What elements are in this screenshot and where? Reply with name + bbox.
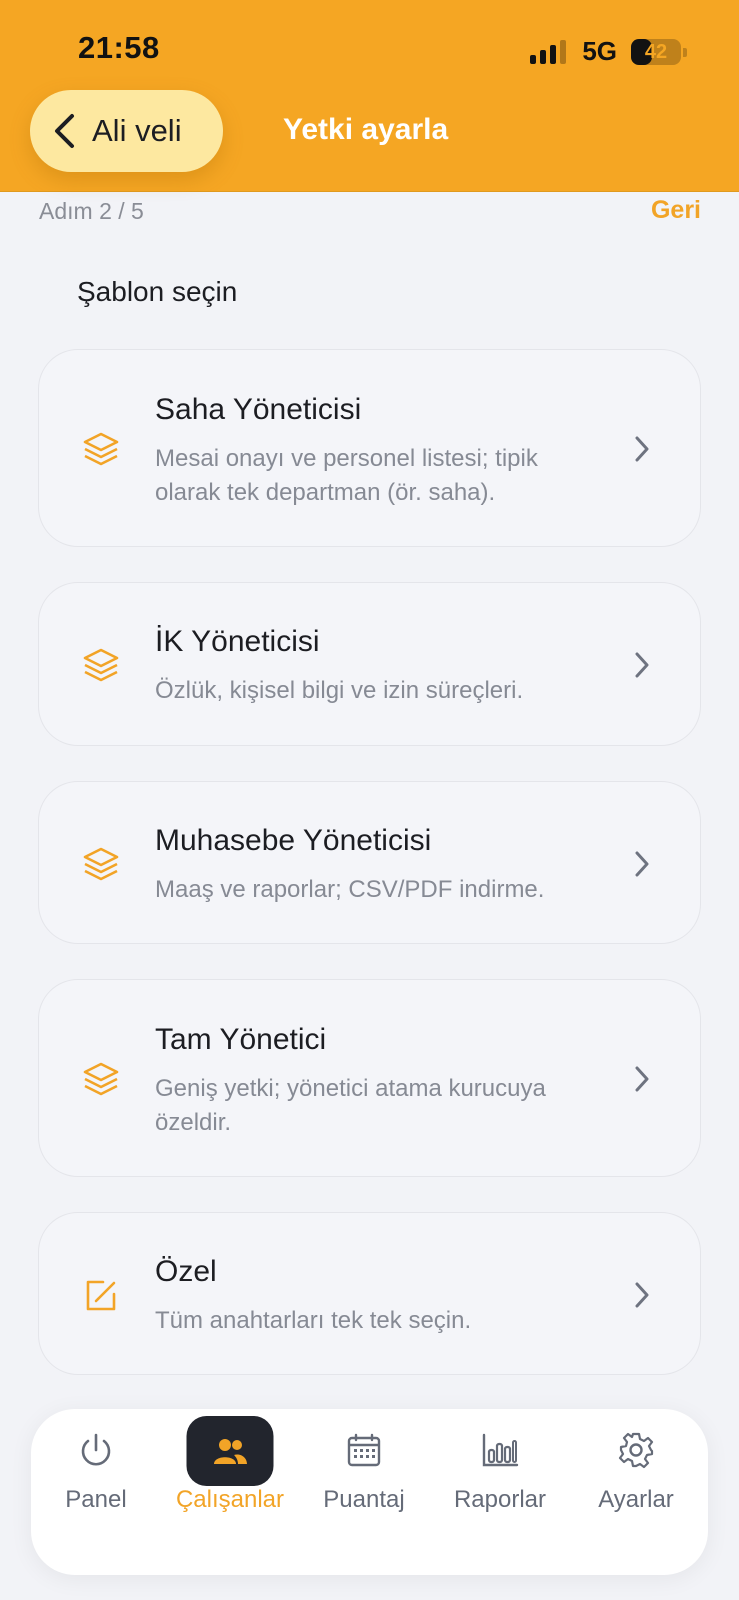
- signal-icon: [530, 39, 567, 64]
- page-title: Yetki ayarla: [283, 113, 449, 146]
- layers-icon: [83, 847, 119, 881]
- template-title: İK Yöneticisi: [155, 625, 320, 658]
- template-title: Tam Yönetici: [155, 1023, 327, 1056]
- layers-icon: [83, 1062, 119, 1096]
- tab-puantaj[interactable]: Puantaj: [299, 1409, 429, 1529]
- template-card-ozel[interactable]: Özel Tüm anahtarları tek tek seçin.: [38, 1212, 701, 1375]
- chevron-right-icon: [635, 652, 649, 678]
- bar-chart-icon: [482, 1433, 519, 1467]
- chevron-right-icon: [635, 1066, 649, 1092]
- template-description: Geniş yetki; yönetici atama kurucuya öze…: [155, 1075, 546, 1136]
- calendar-icon: [347, 1433, 381, 1467]
- tab-panel[interactable]: Panel: [31, 1409, 161, 1529]
- template-description: Özlük, kişisel bilgi ve izin süreçleri.: [155, 677, 524, 704]
- back-button-label: Ali veli: [92, 113, 182, 148]
- status-indicators: 5G 42: [530, 36, 687, 67]
- users-icon: [214, 1439, 247, 1464]
- tab-label: Ayarlar: [598, 1486, 674, 1513]
- template-title: Saha Yöneticisi: [155, 393, 362, 426]
- tab-label: Çalışanlar: [175, 1486, 285, 1513]
- template-card-ik[interactable]: İK Yöneticisi Özlük, kişisel bilgi ve iz…: [38, 582, 701, 746]
- back-link[interactable]: Geri: [651, 196, 701, 225]
- template-card-muhasebe[interactable]: Muhasebe Yöneticisi Maaş ve raporlar; CS…: [38, 781, 701, 944]
- template-title: Özel: [155, 1255, 217, 1288]
- template-description: Mesai onayı ve personel listesi; tipik o…: [155, 445, 538, 506]
- layers-icon: [83, 432, 119, 466]
- template-title: Muhasebe Yöneticisi: [155, 824, 432, 857]
- edit-icon: [86, 1280, 116, 1311]
- bottom-tab-bar: Panel Çalışanlar Puantaj Raporlar Ayarla…: [31, 1409, 708, 1575]
- tab-label: Panel: [65, 1486, 127, 1513]
- battery-percent: 42: [644, 40, 668, 63]
- tab-label: Puantaj: [323, 1486, 405, 1513]
- template-description: Maaş ve raporlar; CSV/PDF indirme.: [155, 876, 545, 903]
- status-time: 21:58: [78, 30, 160, 65]
- step-indicator: Adım 2 / 5: [39, 198, 144, 224]
- app-header: 21:58 5G 42 Ali veli Yetki ayarla: [0, 0, 739, 192]
- template-description: Tüm anahtarları tek tek seçin.: [155, 1307, 472, 1334]
- tab-raporlar[interactable]: Raporlar: [435, 1409, 565, 1529]
- tab-calisanlar[interactable]: Çalışanlar: [165, 1409, 295, 1529]
- template-card-tam[interactable]: Tam Yönetici Geniş yetki; yönetici atama…: [38, 979, 701, 1177]
- chevron-right-icon: [635, 436, 649, 462]
- network-type: 5G: [582, 36, 617, 66]
- back-button[interactable]: Ali veli: [30, 90, 223, 172]
- chevron-left-icon: [55, 114, 74, 148]
- battery-icon: 42: [631, 38, 687, 65]
- tab-ayarlar[interactable]: Ayarlar: [571, 1409, 701, 1529]
- chevron-right-icon: [635, 1282, 649, 1308]
- section-title: Şablon seçin: [77, 276, 238, 307]
- gear-icon: [618, 1432, 654, 1469]
- tab-label: Raporlar: [453, 1486, 547, 1513]
- template-card-saha[interactable]: Saha Yöneticisi Mesai onayı ve personel …: [38, 349, 701, 547]
- layers-icon: [83, 648, 119, 682]
- chevron-right-icon: [635, 851, 649, 877]
- power-icon: [81, 1433, 111, 1466]
